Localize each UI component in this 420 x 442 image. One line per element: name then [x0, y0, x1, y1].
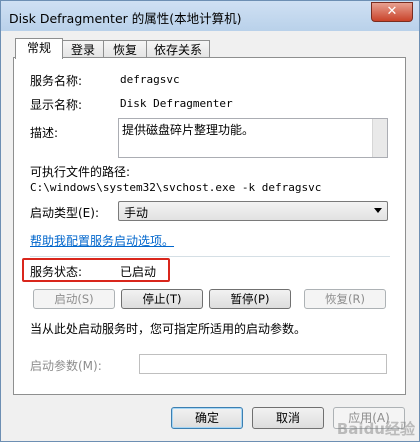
exe-path-value: C:\windows\system32\svchost.exe -k defra…	[30, 181, 322, 194]
description-textbox[interactable]: 提供磁盘碎片整理功能。	[118, 118, 388, 158]
section-divider	[30, 256, 390, 257]
tab-logon[interactable]: 登录	[62, 40, 104, 58]
window-title: Disk Defragmenter 的属性(本地计算机)	[9, 11, 242, 26]
start-params-input[interactable]	[139, 354, 387, 374]
help-configure-link[interactable]: 帮助我配置服务启动选项。	[30, 232, 174, 249]
close-icon: ✕	[386, 4, 398, 19]
stop-button[interactable]: 停止(T)	[121, 289, 203, 309]
startup-type-dropdown[interactable]: 手动	[118, 201, 388, 221]
title-bar[interactable]: Disk Defragmenter 的属性(本地计算机) ✕	[1, 1, 419, 31]
start-button[interactable]: 启动(S)	[33, 289, 115, 309]
tab-general[interactable]: 常规	[15, 38, 63, 59]
service-name-label: 服务名称:	[30, 74, 83, 88]
start-params-hint: 当从此处启动服务时，您可指定所适用的启动参数。	[30, 322, 307, 336]
display-name-label: 显示名称:	[30, 98, 83, 112]
properties-window: Disk Defragmenter 的属性(本地计算机) ✕ 常规 登录 恢复 …	[0, 0, 420, 442]
cancel-button[interactable]: 取消	[252, 407, 324, 429]
watermark: Baidu经验	[336, 420, 415, 438]
tab-dependencies[interactable]: 依存关系	[146, 40, 210, 58]
description-scrollbar[interactable]	[372, 119, 387, 157]
general-panel: 服务名称: defragsvc 显示名称: Disk Defragmenter …	[13, 57, 406, 395]
startup-type-value: 手动	[124, 206, 149, 220]
service-name-value: defragsvc	[120, 73, 180, 86]
close-button[interactable]: ✕	[371, 2, 413, 22]
resume-button[interactable]: 恢复(R)	[304, 289, 386, 309]
service-status-label: 服务状态:	[30, 265, 83, 279]
service-status-value: 已启动	[120, 265, 157, 279]
description-label: 描述:	[30, 126, 59, 140]
start-params-label: 启动参数(M):	[30, 359, 102, 373]
pause-button[interactable]: 暂停(P)	[209, 289, 291, 309]
startup-type-label: 启动类型(E):	[30, 206, 99, 220]
display-name-value: Disk Defragmenter	[120, 97, 233, 110]
ok-button[interactable]: 确定	[171, 407, 243, 429]
chevron-down-icon	[374, 208, 382, 213]
description-text: 提供磁盘碎片整理功能。	[122, 123, 255, 137]
tab-recovery[interactable]: 恢复	[103, 40, 147, 58]
exe-path-label: 可执行文件的路径:	[30, 165, 131, 179]
